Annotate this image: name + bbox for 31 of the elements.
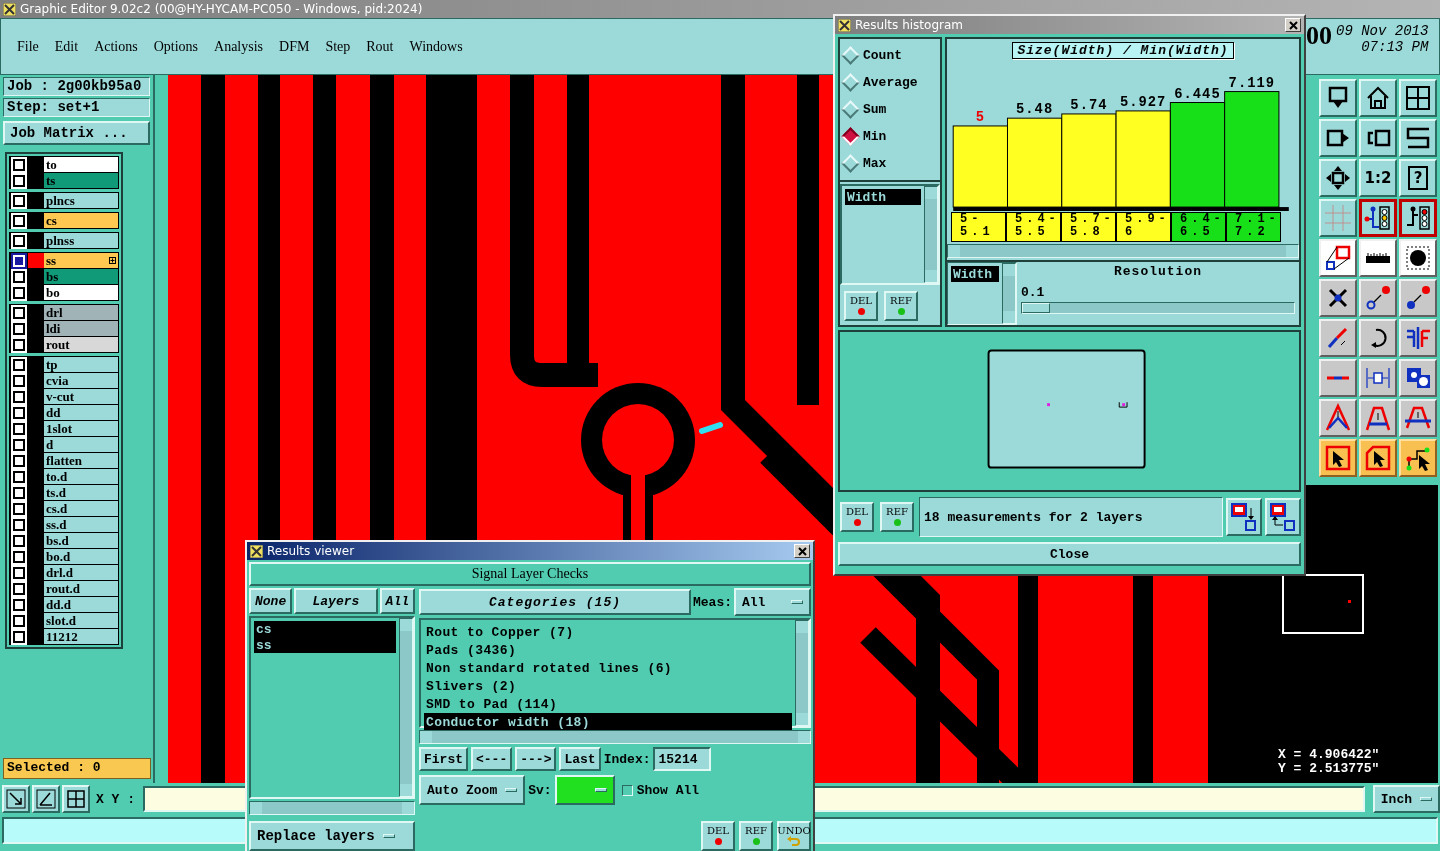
clock-date: 09 Nov 2013 <box>1336 23 1429 39</box>
bar-value-label: 6.445 <box>1174 86 1221 102</box>
step-label: Step: set+1 <box>3 98 150 117</box>
index-label: Index: <box>603 751 651 767</box>
category-label: 5-5.1 <box>951 212 1006 242</box>
category-label: 5.7-5.8 <box>1061 212 1116 242</box>
resolution-label: Resolution <box>1114 264 1202 279</box>
clock-fragment: 00 <box>1306 23 1332 49</box>
job-label: Job : 2g00kb95a0 <box>3 77 150 96</box>
clock-time: 07:13 PM <box>1361 39 1429 55</box>
category-label: 6.4-6.5 <box>1171 212 1226 242</box>
resolution-value: 0.1 <box>1021 285 1046 300</box>
window-title: Results histogram <box>855 18 963 32</box>
bar-value-label: 5.74 <box>1070 98 1108 113</box>
bar-value-label: 5 <box>975 110 985 125</box>
meas-label: Meas: <box>693 594 732 610</box>
window-title: Results viewer <box>267 544 355 558</box>
bar-value-label: 7.119 <box>1228 75 1275 91</box>
bar-value-label: 5.48 <box>1016 102 1054 118</box>
status-message: 18 measurements for 2 layers <box>919 497 1223 537</box>
bar-value-label: 5.927 <box>1120 95 1167 110</box>
chart-title: Size(Width) / Min(Width) <box>1012 42 1234 59</box>
window-title: Graphic Editor 9.02c2 (00@HY-HYCAM-PC050 - Windows, pid:2024) <box>20 2 423 16</box>
category-label: 5.9-6 <box>1116 212 1171 242</box>
xy-label: X Y : <box>95 791 136 807</box>
x-coordinate: X = 4.906422" <box>1278 747 1381 762</box>
sv-label: Sv: <box>528 782 552 798</box>
y-coordinate: Y = 2.513775" <box>1278 761 1381 776</box>
selected-count: Selected : 0 <box>3 758 151 779</box>
category-label: 7.1-7.2 <box>1226 212 1281 242</box>
category-label: 5.4-5.5 <box>1006 212 1061 242</box>
